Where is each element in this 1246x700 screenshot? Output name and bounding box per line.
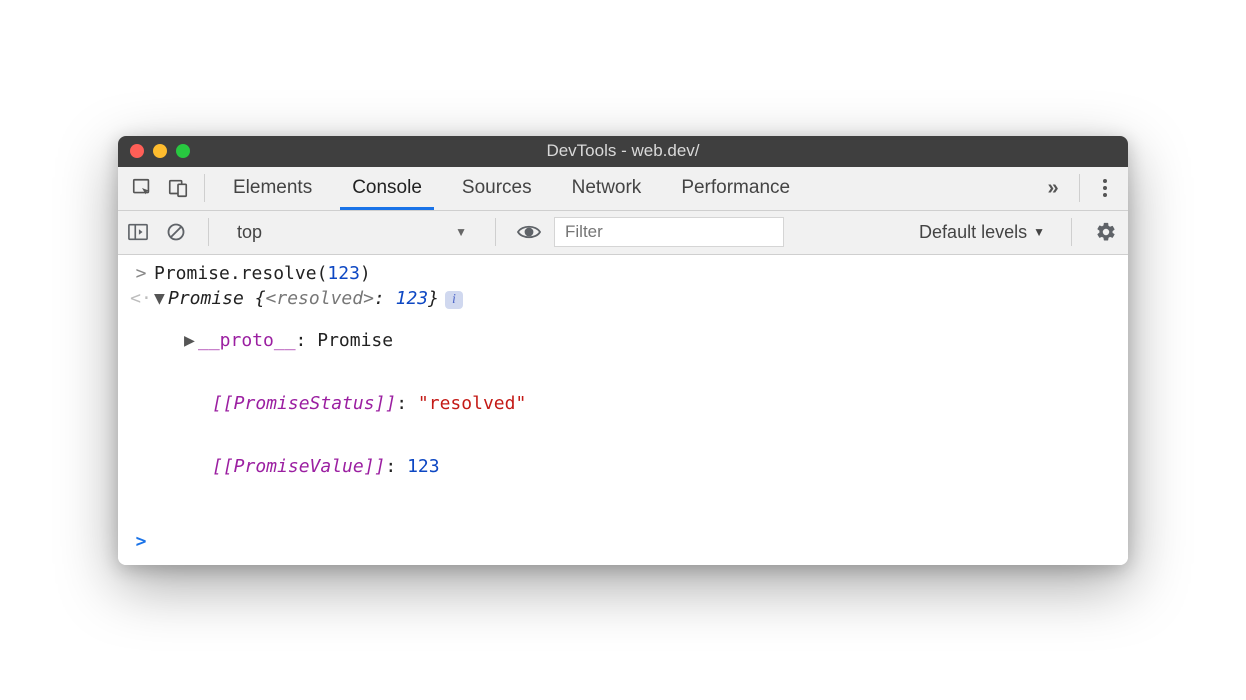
object-summary: Promise {<resolved>: 123} [168, 288, 439, 309]
traffic-lights [130, 144, 190, 158]
log-level-select[interactable]: Default levels ▼ [919, 222, 1053, 243]
console-input-code: Promise.resolve(123) [154, 263, 1118, 284]
console-toolbar: top ▼ Default levels ▼ [118, 211, 1128, 255]
toggle-sidebar-icon[interactable] [124, 218, 152, 246]
titlebar: DevTools - web.dev/ [118, 136, 1128, 167]
panel-tabs: Elements Console Sources Network Perform… [213, 166, 1035, 210]
divider [1071, 218, 1072, 246]
console-body: > Promise.resolve(123) <· ▼Promise {<res… [118, 255, 1128, 565]
console-output-row: <· ▼Promise {<resolved>: 123} i ▶__proto_… [118, 286, 1128, 521]
divider [208, 218, 209, 246]
minimize-icon[interactable] [153, 144, 167, 158]
prompt-icon: > [128, 531, 154, 552]
execution-context-label: top [237, 222, 262, 243]
input-prompt-icon: > [128, 263, 154, 284]
log-level-label: Default levels [919, 222, 1027, 243]
console-output-object[interactable]: ▼Promise {<resolved>: 123} i ▶__proto__: … [154, 288, 1118, 519]
tab-sources[interactable]: Sources [442, 166, 552, 210]
promise-value-row: [[PromiseValue]]: 123 [154, 456, 1118, 477]
console-settings-icon[interactable] [1090, 221, 1122, 243]
tab-console[interactable]: Console [332, 166, 442, 210]
execution-context-select[interactable]: top ▼ [227, 217, 477, 247]
console-input-row: > Promise.resolve(123) [118, 261, 1128, 286]
chevron-down-icon: ▼ [455, 225, 467, 239]
console-prompt-row[interactable]: > [118, 529, 1128, 554]
tab-performance[interactable]: Performance [661, 166, 810, 210]
filter-input[interactable] [554, 217, 784, 247]
live-expression-icon[interactable] [514, 223, 544, 241]
devtools-window: DevTools - web.dev/ Elements Console Sou… [118, 136, 1128, 565]
main-toolbar: Elements Console Sources Network Perform… [118, 167, 1128, 211]
chevron-down-icon: ▼ [1033, 225, 1045, 239]
disclosure-triangle-down-icon[interactable]: ▼ [154, 288, 168, 309]
tab-network[interactable]: Network [552, 166, 662, 210]
device-toolbar-icon[interactable] [160, 166, 196, 210]
disclosure-triangle-right-icon[interactable]: ▶ [184, 330, 198, 351]
close-icon[interactable] [130, 144, 144, 158]
divider [204, 174, 205, 202]
output-prompt-icon: <· [128, 288, 154, 309]
promise-status-row: [[PromiseStatus]]: "resolved" [154, 393, 1118, 414]
more-tabs-icon[interactable]: » [1035, 177, 1071, 200]
info-icon[interactable]: i [445, 291, 463, 309]
tab-elements[interactable]: Elements [213, 166, 332, 210]
divider [495, 218, 496, 246]
window-title: DevTools - web.dev/ [118, 141, 1128, 161]
inspect-element-icon[interactable] [124, 166, 160, 210]
clear-console-icon[interactable] [162, 218, 190, 246]
divider [1079, 174, 1080, 202]
zoom-icon[interactable] [176, 144, 190, 158]
proto-row[interactable]: ▶__proto__: Promise [154, 330, 1118, 351]
settings-menu-icon[interactable] [1088, 166, 1122, 210]
